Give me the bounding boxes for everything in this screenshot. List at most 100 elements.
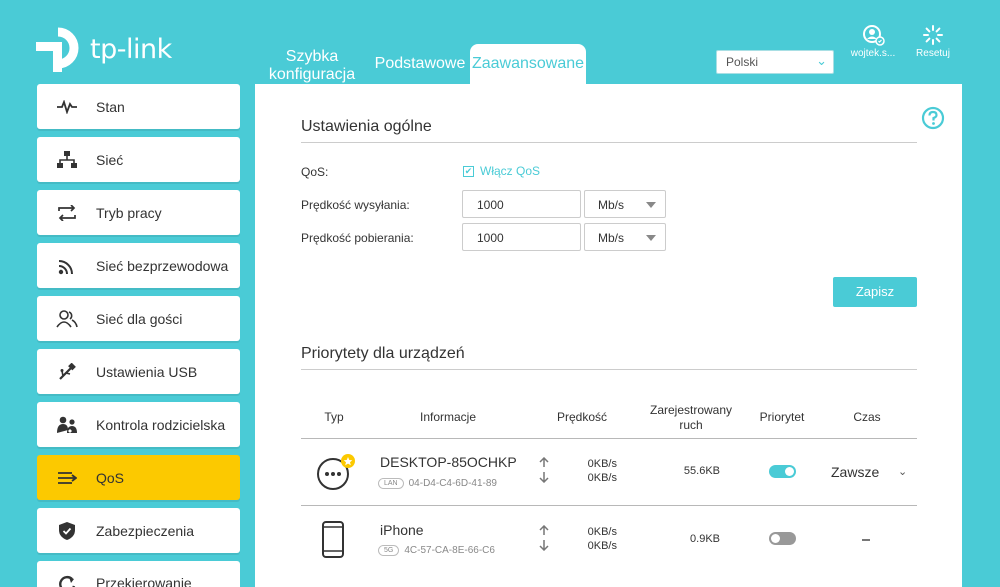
upload-unit-value: Mb/s	[598, 198, 625, 212]
tp-link-logo: tp-link	[36, 26, 172, 72]
sidebar-item-operation-mode[interactable]: Tryb pracy	[37, 190, 240, 235]
sidebar-item-label: Przekierowanie	[96, 575, 192, 587]
device-priority-title: Priorytety dla urządzeń	[301, 345, 465, 362]
sidebar-item-security[interactable]: Zabezpieczenia	[37, 508, 240, 553]
toggle-knob	[771, 534, 780, 543]
pulse-icon	[37, 99, 96, 114]
brand-name: tp-link	[90, 33, 172, 65]
connection-badge: 5G	[378, 545, 400, 556]
upload-speed-label: Prędkość wysyłania:	[301, 198, 410, 212]
sidebar-item-parental-controls[interactable]: Kontrola rodzicielska	[37, 402, 240, 447]
sidebar-item-wireless[interactable]: Sieć bezprzewodowa	[37, 243, 240, 288]
sidebar-item-label: Stan	[96, 98, 125, 115]
chevron-down-icon[interactable]: ⌄	[898, 465, 907, 478]
sidebar-item-label: Ustawienia USB	[96, 363, 198, 380]
download-unit-value: Mb/s	[598, 231, 625, 245]
tp-link-mark-icon	[36, 27, 79, 72]
device-meta: LAN 04-D4-C4-6D-41-89	[378, 478, 497, 489]
reset-button[interactable]: Resetuj	[912, 24, 954, 59]
qos-label: QoS:	[301, 165, 329, 179]
help-button[interactable]	[921, 106, 945, 135]
language-select[interactable]: Polski ⌄	[716, 50, 834, 74]
tab-basic[interactable]: Podstawowe	[370, 44, 470, 84]
guest-icon	[37, 309, 96, 328]
column-header-traffic: Zarejestrowany ruch	[649, 403, 733, 432]
column-header-time: Czas	[853, 410, 881, 424]
divider	[301, 369, 917, 370]
user-label: wojtek.s...	[850, 48, 896, 59]
device-name: DESKTOP-85OCHKP	[380, 454, 517, 470]
sidebar-item-status[interactable]: Stan	[37, 84, 240, 129]
divider	[301, 438, 917, 439]
sidebar-item-label: Sieć dla gości	[96, 310, 183, 327]
sidebar-item-label: Sieć bezprzewodowa	[96, 257, 229, 274]
help-icon	[921, 106, 945, 130]
column-header-type: Typ	[324, 410, 344, 424]
divider	[301, 142, 917, 143]
device-mac: 04-D4-C4-6D-41-89	[408, 478, 497, 489]
reset-label: Resetuj	[916, 48, 950, 59]
sidebar-item-usb[interactable]: Ustawienia USB	[37, 349, 240, 394]
tab-advanced[interactable]: Zaawansowane	[470, 44, 586, 84]
upload-unit-select[interactable]: Mb/s	[584, 190, 666, 218]
wireless-icon	[37, 257, 96, 275]
divider	[301, 505, 917, 506]
device-speed: 0KB/s 0KB/s	[587, 526, 617, 552]
mode-switch-icon	[37, 204, 96, 221]
device-mac: 4C-57-CA-8E-66-C6	[404, 545, 495, 556]
save-button[interactable]: Zapisz	[833, 277, 917, 307]
top-tabs: Szybka konfiguracja Podstawowe Zaawansow…	[254, 44, 586, 84]
download-speed-input[interactable]: 1000	[462, 223, 581, 251]
enable-qos-checkbox[interactable]: ✔ Włącz QoS	[463, 164, 540, 178]
device-name: iPhone	[380, 522, 424, 538]
general-settings-title: Ustawienia ogólne	[301, 118, 432, 135]
qos-icon	[37, 470, 96, 486]
network-icon	[37, 150, 96, 169]
column-header-speed: Prędkość	[556, 410, 608, 424]
device-time	[862, 539, 870, 541]
shield-icon	[37, 521, 96, 540]
sidebar-item-label: Tryb pracy	[96, 204, 162, 221]
checkmark-icon: ✔	[463, 165, 474, 177]
sidebar-item-label: Zabezpieczenia	[96, 522, 195, 539]
user-icon	[863, 25, 885, 46]
parental-icon	[37, 416, 96, 434]
enable-qos-label: Włącz QoS	[480, 164, 541, 178]
up-down-arrows-icon	[538, 524, 550, 556]
upload-speed-input[interactable]: 1000	[462, 190, 581, 218]
device-time[interactable]: Zawsze	[831, 464, 879, 480]
download-speed-label: Prędkość pobierania:	[301, 231, 414, 245]
column-header-info: Informacje	[419, 410, 477, 424]
sidebar-item-qos[interactable]: QoS	[37, 455, 240, 500]
sidebar-item-forwarding[interactable]: Przekierowanie	[37, 561, 240, 587]
sidebar: Stan Sieć Tryb pracy Sieć bezprzewodowa …	[37, 84, 240, 587]
generic-device-icon	[316, 453, 358, 496]
language-value: Polski	[726, 55, 759, 69]
sidebar-item-guest-network[interactable]: Sieć dla gości	[37, 296, 240, 341]
sidebar-item-label: Kontrola rodzicielska	[96, 416, 226, 433]
main-panel: Ustawienia ogólne QoS: ✔ Włącz QoS Prędk…	[255, 84, 962, 587]
user-account-button[interactable]: wojtek.s...	[845, 24, 901, 59]
device-traffic: 0.9KB	[690, 533, 720, 545]
device-speed: 0KB/s 0KB/s	[587, 458, 617, 484]
toggle-knob	[785, 467, 794, 476]
phone-icon	[321, 521, 345, 564]
dropdown-arrow-icon	[646, 202, 656, 208]
chevron-down-icon: ⌄	[816, 53, 827, 68]
priority-toggle[interactable]	[769, 532, 796, 545]
sidebar-item-network[interactable]: Sieć	[37, 137, 240, 182]
forwarding-icon	[37, 575, 96, 587]
reset-spinner-icon	[923, 25, 943, 45]
priority-toggle[interactable]	[769, 465, 796, 478]
device-traffic: 55.6KB	[683, 465, 720, 477]
sidebar-item-label: Sieć	[96, 151, 124, 168]
column-header-priority: Priorytet	[759, 410, 805, 424]
dropdown-arrow-icon	[646, 235, 656, 241]
download-unit-select[interactable]: Mb/s	[584, 223, 666, 251]
tab-quick-setup[interactable]: Szybka konfiguracja	[254, 48, 370, 84]
device-meta: 5G 4C-57-CA-8E-66-C6	[378, 545, 495, 556]
sidebar-item-label: QoS	[96, 469, 125, 486]
connection-badge: LAN	[378, 478, 404, 489]
usb-icon	[37, 362, 96, 381]
up-down-arrows-icon	[538, 456, 550, 488]
